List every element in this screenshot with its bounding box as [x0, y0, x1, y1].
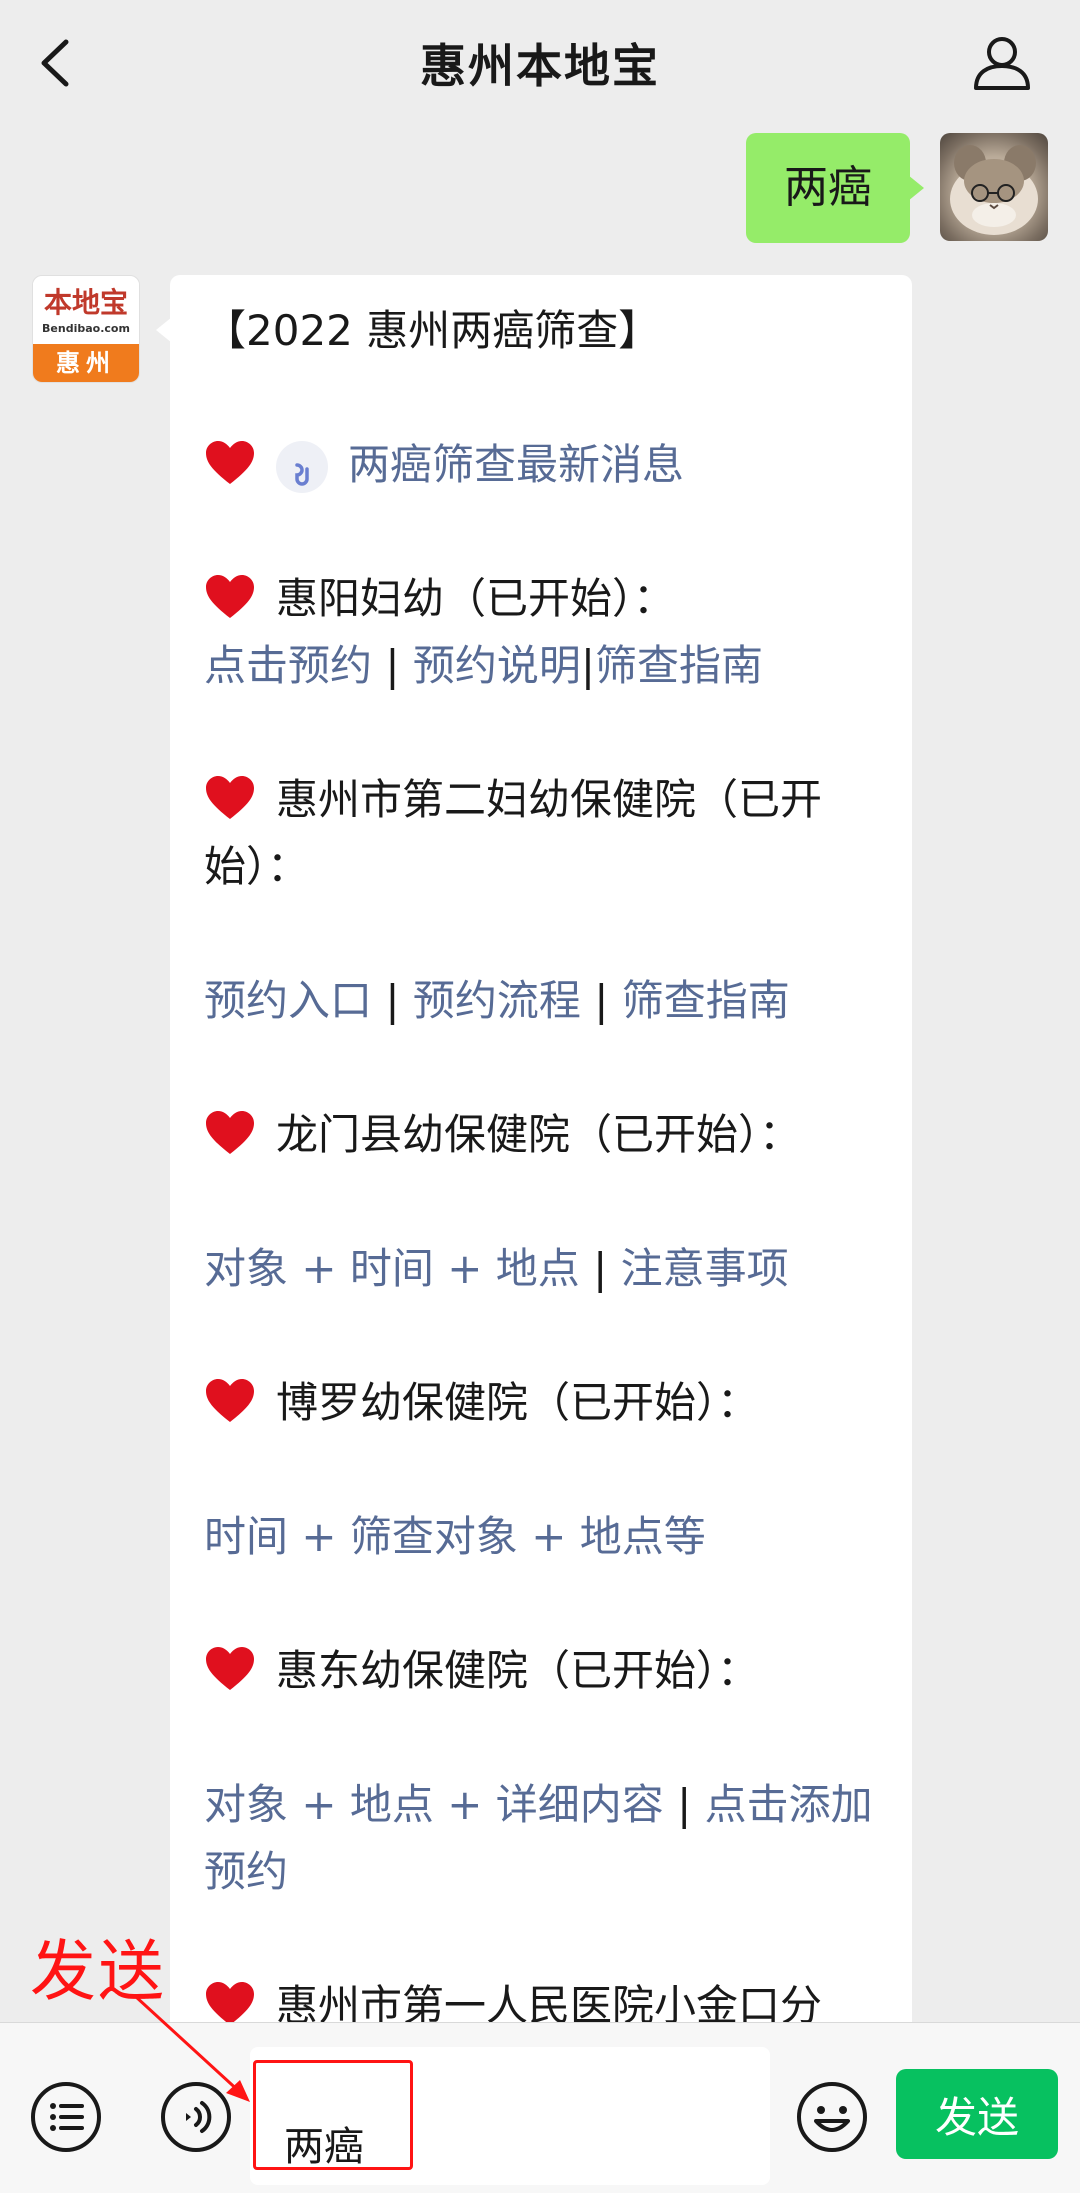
booking-entry-link[interactable]: 预约入口 [204, 976, 372, 1025]
section-heading-text: 惠阳妇幼（已开始）： [276, 574, 676, 623]
news-row: 两癌筛查最新消息 [204, 431, 882, 498]
section-links: 时间 + 筛查对象 + 地点等 [204, 1503, 882, 1570]
details-link[interactable]: 对象 + 时间 + 地点 [204, 1244, 580, 1293]
logo-english-text: Bendibao.com [42, 322, 130, 335]
logo-city-text: 惠州 [33, 344, 139, 382]
heart-icon [206, 776, 254, 819]
profile-icon[interactable] [970, 30, 1034, 94]
add-booking-link-cont[interactable]: 预约 [204, 1838, 882, 1905]
details-link[interactable]: 对象 + 地点 + 详细内容 [204, 1780, 664, 1829]
heart-icon [206, 1982, 254, 2025]
section-links: 对象 + 地点 + 详细内容 | 点击添加 [204, 1780, 873, 1829]
section-heading-text: 龙门县幼保健院（已开始）： [276, 1110, 802, 1159]
heart-icon [206, 575, 254, 618]
section-links: 预约入口 | 预约流程 | 筛查指南 [204, 976, 790, 1025]
annotation-label: 发送 [30, 1933, 166, 2010]
section-links: 对象 + 时间 + 地点 | 注意事项 [204, 1244, 789, 1293]
user-avatar[interactable] [940, 133, 1048, 241]
heart-icon [206, 441, 254, 484]
book-link[interactable]: 点击预约 [204, 641, 372, 690]
screening-guide-link[interactable]: 筛查指南 [595, 641, 763, 690]
emoji-icon[interactable] [794, 2079, 870, 2155]
heart-icon [206, 1647, 254, 1690]
booking-instructions-link[interactable]: 预约说明 [413, 641, 581, 690]
cat-avatar-image [950, 145, 1038, 235]
message-title: 【2022 惠州两癌筛查】 [204, 306, 661, 355]
input-toolbar: 发送 [0, 2022, 1080, 2193]
annotation-highlight-box [253, 2060, 413, 2170]
header-bar: 惠州本地宝 [0, 0, 1080, 126]
section-heading: 惠东幼保健院（已开始）： [204, 1637, 882, 1704]
user-message-text: 两癌 [784, 162, 872, 213]
section-heading-text: 博罗幼保健院（已开始）： [276, 1378, 760, 1427]
screening-guide-link[interactable]: 筛查指南 [622, 976, 790, 1025]
booking-process-link[interactable]: 预约流程 [413, 976, 581, 1025]
section-heading: 龙门县幼保健院（已开始）： [204, 1101, 882, 1168]
mini-program-icon[interactable] [276, 441, 328, 493]
page-title: 惠州本地宝 [420, 39, 660, 93]
user-message-bubble[interactable]: 两癌 [746, 133, 924, 243]
voice-icon[interactable] [158, 2079, 234, 2155]
add-booking-link[interactable]: 点击添加 [705, 1780, 873, 1829]
heart-icon [206, 1379, 254, 1422]
section-heading: 博罗幼保健院（已开始）： [204, 1369, 882, 1436]
section-links: 点击预约 | 预约说明|筛查指南 [204, 641, 764, 690]
bot-message-bubble: 【2022 惠州两癌筛查】 两癌筛查最新消息 惠阳妇幼（已开始）： 点击预约 |… [170, 275, 912, 2035]
send-button[interactable]: 发送 [896, 2069, 1058, 2159]
section-heading: 惠阳妇幼（已开始）： [204, 565, 882, 632]
section-heading: 惠州市第二妇幼保健院（已开 [204, 766, 882, 833]
details-link[interactable]: 时间 + 筛查对象 + 地点等 [204, 1512, 706, 1561]
notes-link[interactable]: 注意事项 [621, 1244, 789, 1293]
logo-chinese-text: 本地宝 [43, 286, 128, 319]
heart-icon [206, 1111, 254, 1154]
bot-avatar[interactable]: 本地宝 Bendibao.com 惠州 [32, 275, 140, 383]
menu-icon[interactable] [28, 2079, 104, 2155]
section-heading-text: 惠东幼保健院（已开始）： [276, 1646, 760, 1695]
news-link[interactable]: 两癌筛查最新消息 [348, 440, 684, 489]
section-heading-cont: 始）： [204, 842, 310, 891]
bendibao-logo: 本地宝 Bendibao.com [33, 282, 139, 344]
section-heading-text: 惠州市第二妇幼保健院（已开 [276, 775, 823, 824]
